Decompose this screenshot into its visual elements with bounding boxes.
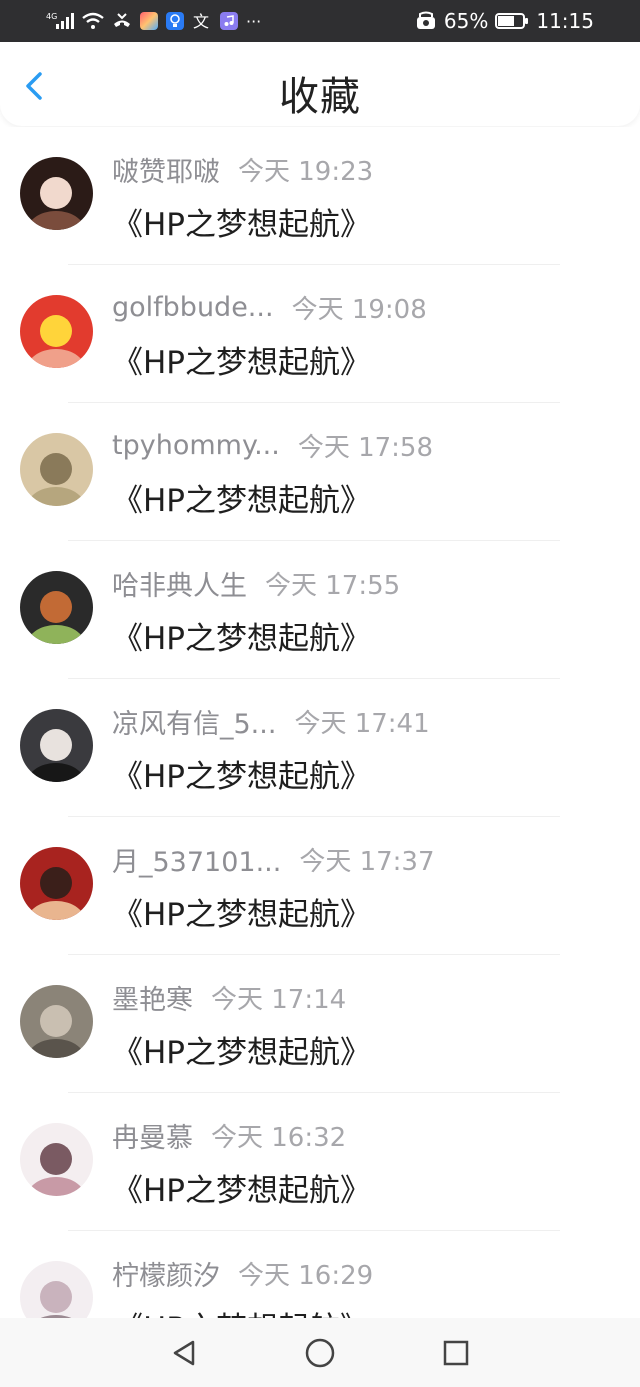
user-avatar[interactable] — [20, 985, 93, 1058]
battery-percent: 65% — [443, 9, 489, 33]
user-avatar[interactable] — [20, 709, 93, 782]
avatar-image — [20, 433, 93, 506]
favorite-row[interactable]: 凉风有信_5... 今天 17:41 《HP之梦想起航》 — [0, 679, 640, 817]
system-nav-bar — [0, 1318, 640, 1387]
svg-text:4G: 4G — [46, 12, 57, 21]
app-icon — [140, 12, 158, 30]
timestamp: 今天 17:41 — [294, 708, 430, 739]
clock: 11:15 — [536, 9, 594, 33]
bulb-app-icon — [166, 12, 184, 30]
timestamp: 今天 19:23 — [238, 156, 374, 187]
user-avatar[interactable] — [20, 295, 93, 368]
row-meta: 冉曼慕 今天 16:32 — [112, 1116, 347, 1155]
nav-recents-button[interactable] — [438, 1335, 474, 1371]
user-avatar[interactable] — [20, 157, 93, 230]
wifi-icon — [82, 12, 104, 30]
avatar-image — [20, 571, 93, 644]
novel-title[interactable]: 《HP之梦想起航》 — [112, 475, 371, 520]
music-app-icon — [220, 12, 238, 30]
favorite-row[interactable]: tpyhommy... 今天 17:58 《HP之梦想起航》 — [0, 403, 640, 541]
favorite-row[interactable]: 月_537101... 今天 17:37 《HP之梦想起航》 — [0, 817, 640, 955]
timestamp: 今天 17:37 — [299, 846, 435, 877]
username[interactable]: golfbbude... — [112, 292, 274, 323]
favorite-row[interactable]: 冉曼慕 今天 16:32 《HP之梦想起航》 — [0, 1093, 640, 1231]
battery-level — [498, 16, 514, 26]
username[interactable]: 月_537101... — [112, 840, 281, 879]
svg-text:文: 文 — [193, 12, 209, 30]
timestamp: 今天 17:14 — [211, 984, 347, 1015]
row-meta: golfbbude... 今天 19:08 — [112, 289, 427, 325]
home-circle-icon — [305, 1338, 335, 1367]
battery-icon — [495, 13, 529, 29]
username[interactable]: 冉曼慕 — [112, 1116, 193, 1155]
user-avatar[interactable] — [20, 847, 93, 920]
row-meta: 哈非典人生 今天 17:55 — [112, 564, 401, 603]
timestamp: 今天 19:08 — [291, 294, 427, 325]
page-title: 收藏 — [279, 74, 361, 120]
username[interactable]: 墨艳寒 — [112, 978, 193, 1017]
more-notifications-icon: ··· — [246, 11, 262, 31]
username[interactable]: 啵赞耶啵 — [112, 150, 220, 189]
avatar-image — [20, 985, 93, 1058]
row-meta: tpyhommy... 今天 17:58 — [112, 427, 433, 463]
user-avatar[interactable] — [20, 571, 93, 644]
username[interactable]: 柠檬颜汐 — [112, 1254, 220, 1293]
user-avatar[interactable] — [20, 1123, 93, 1196]
nav-home-button[interactable] — [302, 1335, 338, 1371]
favorite-row[interactable]: 哈非典人生 今天 17:55 《HP之梦想起航》 — [0, 541, 640, 679]
status-left-icons: 4G 文 ··· — [46, 0, 261, 42]
avatar-image — [20, 1123, 93, 1196]
novel-title[interactable]: 《HP之梦想起航》 — [112, 1165, 371, 1210]
favorite-row[interactable]: 啵赞耶啵 今天 19:23 《HP之梦想起航》 — [0, 127, 640, 265]
novel-title[interactable]: 《HP之梦想起航》 — [112, 1027, 371, 1072]
back-triangle-icon — [173, 1340, 195, 1365]
row-meta: 月_537101... 今天 17:37 — [112, 840, 435, 879]
novel-title[interactable]: 《HP之梦想起航》 — [112, 337, 371, 382]
translate-icon: 文 — [192, 12, 212, 30]
novel-title[interactable]: 《HP之梦想起航》 — [112, 751, 371, 796]
favorite-row[interactable]: golfbbude... 今天 19:08 《HP之梦想起航》 — [0, 265, 640, 403]
novel-title[interactable]: 《HP之梦想起航》 — [112, 889, 371, 934]
avatar-image — [20, 709, 93, 782]
row-meta: 啵赞耶啵 今天 19:23 — [112, 150, 374, 189]
app-header: 收藏 — [0, 42, 640, 126]
username[interactable]: tpyhommy... — [112, 430, 280, 461]
timestamp: 今天 16:29 — [238, 1260, 374, 1291]
recents-square-icon — [443, 1340, 469, 1365]
timestamp: 今天 17:58 — [297, 432, 434, 463]
user-avatar[interactable] — [20, 433, 93, 506]
timestamp: 今天 16:32 — [211, 1122, 347, 1153]
avatar-image — [20, 157, 93, 230]
nav-back-button[interactable] — [166, 1335, 202, 1371]
favorites-list: 啵赞耶啵 今天 19:23 《HP之梦想起航》 golfbbude... 今天 19:0… — [0, 127, 640, 1369]
row-meta: 凉风有信_5... 今天 17:41 — [112, 702, 430, 741]
signal-icon: 4G — [46, 11, 74, 31]
favorite-row[interactable]: 墨艳寒 今天 17:14 《HP之梦想起航》 — [0, 955, 640, 1093]
avatar-image — [20, 847, 93, 920]
novel-title[interactable]: 《HP之梦想起航》 — [112, 199, 371, 244]
novel-title[interactable]: 《HP之梦想起航》 — [112, 613, 371, 658]
status-right: 65% 11:15 — [415, 0, 594, 42]
username[interactable]: 凉风有信_5... — [112, 702, 276, 741]
username[interactable]: 哈非典人生 — [112, 564, 247, 603]
row-meta: 墨艳寒 今天 17:14 — [112, 978, 347, 1017]
missed-call-icon — [112, 12, 132, 30]
timestamp: 今天 17:55 — [265, 570, 401, 601]
status-bar: 4G 文 ··· 65% 11:15 — [0, 0, 640, 42]
row-meta: 柠檬颜汐 今天 16:29 — [112, 1254, 374, 1293]
alarm-icon — [415, 11, 437, 31]
avatar-image — [20, 295, 93, 368]
